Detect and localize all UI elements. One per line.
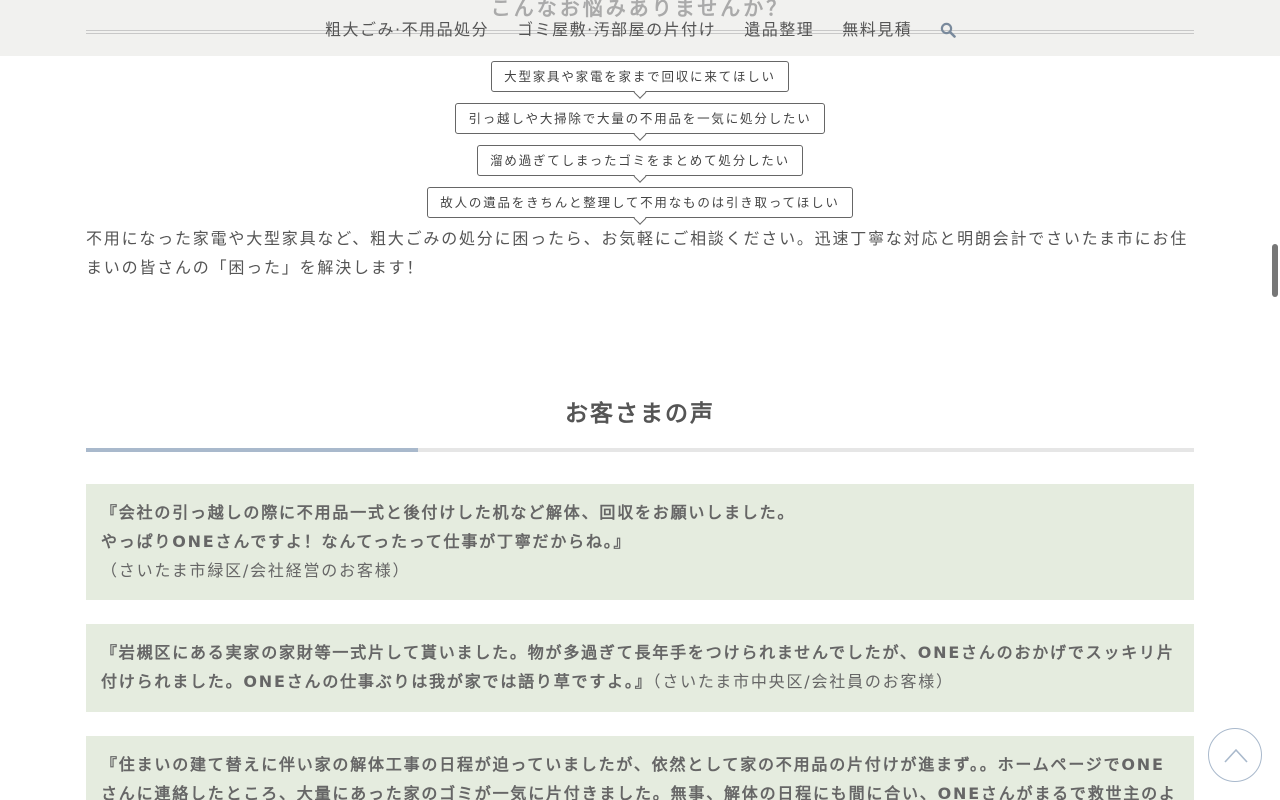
site-header: こんなお悩みありませんか？ 粗大ごみ·不用品処分 ゴミ屋敷·汚部屋の片付け 遺品… [0, 0, 1280, 56]
search-icon[interactable] [940, 22, 957, 38]
nav-item-garbage-house[interactable]: ゴミ屋敷·汚部屋の片付け [517, 16, 716, 40]
testimonial-source: （さいたま市中央区/会社員のお客様） [652, 672, 954, 691]
testimonial-quote-line: やっぱりONEさんですよ！なんてったって仕事が丁寧だからね。』 [101, 532, 632, 551]
nav-item-estate-cleanup[interactable]: 遺品整理 [744, 16, 814, 40]
worry-bubble: 故人の遺品をきちんと整理して不用なものは引き取ってほしい [427, 187, 853, 218]
chevron-up-icon [1224, 748, 1248, 763]
heading-underline [86, 448, 1194, 452]
nav-item-bulky-waste[interactable]: 粗大ごみ·不用品処分 [325, 16, 489, 40]
worry-bubble: 引っ越しや大掃除で大量の不用品を一気に処分したい [455, 103, 825, 134]
worries-list: 大型家具や家電を家まで回収に来てほしい 引っ越しや大掃除で大量の不用品を一気に処… [0, 61, 1280, 229]
testimonial-card: 『住まいの建て替えに伴い家の解体工事の日程が迫っていましたが、依然として家の不用… [86, 736, 1194, 800]
scrollbar-thumb[interactable] [1272, 244, 1278, 297]
nav-item-free-estimate[interactable]: 無料見積 [842, 16, 912, 40]
testimonial-source: （さいたま市緑区/会社経営のお客様） [101, 561, 411, 580]
heading-underline-accent [86, 448, 418, 452]
voices-heading: お客さまの声 [565, 401, 715, 427]
testimonial-quote: 『岩槻区にある実家の家財等一式片して貰いました。物が多過ぎて長年手をつけられませ… [101, 643, 1175, 691]
intro-text: 不用になった家電や大型家具など、粗大ごみの処分に困ったら、お気軽にご相談ください… [86, 229, 1189, 277]
back-to-top-button[interactable] [1208, 728, 1262, 782]
testimonial-quote-line: 『会社の引っ越しの際に不用品一式と後付けした机など解体、回収をお願いしました。 [101, 503, 796, 522]
main-nav: 粗大ごみ·不用品処分 ゴミ屋敷·汚部屋の片付け 遺品整理 無料見積 [325, 16, 957, 40]
worry-bubble: 溜め過ぎてしまったゴミをまとめて処分したい [477, 145, 803, 176]
testimonial-card: 『岩槻区にある実家の家財等一式片して貰いました。物が多過ぎて長年手をつけられませ… [86, 624, 1194, 712]
testimonial-quote: 『住まいの建て替えに伴い家の解体工事の日程が迫っていましたが、依然として家の不用… [101, 755, 1177, 800]
testimonial-card: 『会社の引っ越しの際に不用品一式と後付けした机など解体、回収をお願いしました。 … [86, 484, 1194, 600]
worry-bubble: 大型家具や家電を家まで回収に来てほしい [491, 61, 789, 92]
